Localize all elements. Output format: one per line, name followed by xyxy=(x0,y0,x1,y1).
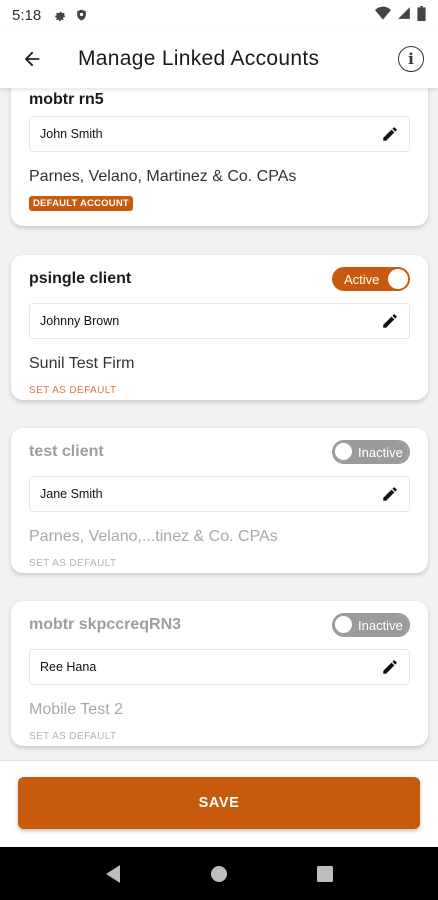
square-recents-icon xyxy=(317,865,333,882)
edit-pencil-icon[interactable] xyxy=(381,658,399,676)
info-icon: i xyxy=(408,50,414,68)
contact-field[interactable]: John Smith xyxy=(29,116,410,152)
save-button[interactable]: SAVE xyxy=(18,777,420,829)
gear-icon xyxy=(53,8,67,22)
toggle-knob xyxy=(335,443,352,460)
app-bar: Manage Linked Accounts i xyxy=(0,30,438,88)
edit-pencil-icon[interactable] xyxy=(381,312,399,330)
contact-name: Johnny Brown xyxy=(40,314,120,328)
firm-name: Mobile Test 2 xyxy=(29,701,123,718)
client-name: mobtr rn5 xyxy=(29,91,104,108)
nav-back-button[interactable] xyxy=(93,854,133,894)
account-card: mobtr skpccreqRN3 Inactive Ree Hana Mobi… xyxy=(11,601,428,746)
linked-accounts-list[interactable]: mobtr rn5 John Smith Parnes, Velano, Mar… xyxy=(0,88,438,760)
account-card: test client Inactive Jane Smith Parnes, … xyxy=(11,428,428,573)
contact-field[interactable]: Ree Hana xyxy=(29,649,410,685)
toggle-knob xyxy=(388,269,408,289)
edit-pencil-icon[interactable] xyxy=(381,125,399,143)
toggle-knob xyxy=(335,616,352,633)
toggle-label: Inactive xyxy=(358,617,403,633)
circle-home-icon xyxy=(211,865,227,882)
contact-name: John Smith xyxy=(40,127,103,141)
firm-name: Parnes, Velano,...tinez & Co. CPAs xyxy=(29,528,278,545)
status-bar: 5:18 xyxy=(0,0,438,30)
toggle-label: Active xyxy=(344,271,380,287)
signal-icon xyxy=(397,6,411,24)
status-toggle[interactable]: Active xyxy=(332,267,410,291)
edit-pencil-icon[interactable] xyxy=(381,485,399,503)
contact-field[interactable]: Jane Smith xyxy=(29,476,410,512)
status-toggle[interactable]: Inactive xyxy=(332,613,410,637)
client-name: psingle client xyxy=(29,270,132,287)
back-button[interactable] xyxy=(8,35,56,83)
toggle-label: Inactive xyxy=(358,444,403,460)
contact-name: Jane Smith xyxy=(40,487,103,501)
client-name: test client xyxy=(29,443,104,460)
contact-name: Ree Hana xyxy=(40,660,97,674)
wifi-icon xyxy=(375,6,391,24)
status-time: 5:18 xyxy=(12,6,42,24)
set-as-default-link[interactable]: SET AS DEFAULT xyxy=(29,731,116,742)
account-card: psingle client Active Johnny Brown Sunil… xyxy=(11,255,428,400)
shield-icon xyxy=(75,8,88,22)
system-nav-bar xyxy=(0,847,438,900)
account-card: mobtr rn5 John Smith Parnes, Velano, Mar… xyxy=(11,88,428,226)
battery-icon xyxy=(417,5,426,25)
triangle-back-icon xyxy=(106,864,120,883)
set-as-default-link[interactable]: SET AS DEFAULT xyxy=(29,558,116,569)
nav-recents-button[interactable] xyxy=(305,854,345,894)
nav-home-button[interactable] xyxy=(199,854,239,894)
save-bar: SAVE xyxy=(0,760,438,847)
status-toggle[interactable]: Inactive xyxy=(332,440,410,464)
client-name: mobtr skpccreqRN3 xyxy=(29,616,182,633)
page-title: Manage Linked Accounts xyxy=(78,47,320,70)
info-button[interactable]: i xyxy=(398,46,424,72)
default-account-badge: DEFAULT ACCOUNT xyxy=(29,196,133,211)
firm-name: Parnes, Velano, Martinez & Co. CPAs xyxy=(29,168,297,185)
back-arrow-icon xyxy=(24,51,40,67)
contact-field[interactable]: Johnny Brown xyxy=(29,303,410,339)
firm-name: Sunil Test Firm xyxy=(29,355,135,372)
set-as-default-link[interactable]: SET AS DEFAULT xyxy=(29,385,116,396)
